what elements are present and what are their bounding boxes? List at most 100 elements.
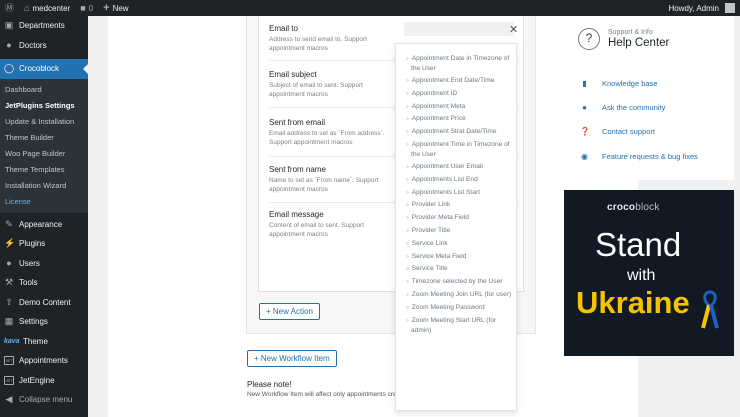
macro-option[interactable]: » Provider Link — [406, 200, 512, 210]
double-chevron-icon: » — [406, 317, 409, 324]
sidebar-item-doctors[interactable]: ● Doctors — [0, 36, 88, 56]
macro-option[interactable]: » Timezone selected by the User — [406, 277, 512, 287]
wordpress-logo-button[interactable]: Ⓜ — [0, 0, 19, 16]
sidebar-item-label: Appearance — [19, 219, 63, 229]
macro-option[interactable]: » Appointment ID — [406, 89, 512, 99]
banner-line-1: Stand — [595, 226, 682, 263]
ask-community-link[interactable]: ● Ask the community — [580, 103, 665, 112]
collapse-icon: ◀ — [5, 394, 13, 405]
macro-label: Appointment Meta — [411, 102, 466, 110]
macro-option[interactable]: » Service Meta Field — [406, 252, 512, 262]
macro-option[interactable]: » Appointments List End — [406, 175, 512, 185]
sidebar-item-demo-content[interactable]: ⇧ Demo Content — [0, 293, 88, 313]
comments-link[interactable]: ■ 0 — [75, 0, 98, 16]
brush-icon: ✎ — [5, 218, 13, 229]
macro-option[interactable]: » Zoom Meeting Join URL (for user) — [406, 290, 512, 300]
submenu-dashboard[interactable]: Dashboard — [0, 82, 88, 98]
macro-option[interactable]: » Service Title — [406, 264, 512, 274]
macro-label: Appointments List End — [411, 175, 478, 183]
sidebar-item-label: Theme — [23, 336, 48, 346]
macro-option[interactable]: » Appointments List Start — [406, 188, 512, 198]
macro-label: Service Title — [411, 265, 448, 273]
sidebar-item-jetengine[interactable]: JET JetEngine — [0, 371, 88, 391]
macro-label: Appointments List Start — [411, 188, 480, 196]
help-link-label: Knowledge base — [602, 79, 658, 88]
double-chevron-icon: » — [406, 202, 409, 209]
help-link-label: Contact support — [602, 127, 655, 136]
new-workflow-item-button[interactable]: + New Workflow Item — [247, 350, 337, 367]
sidebar-item-theme[interactable]: kava Theme — [0, 332, 88, 352]
double-chevron-icon: » — [406, 279, 409, 286]
sidebar-item-settings[interactable]: ▦ Settings — [0, 312, 88, 332]
collapse-menu-button[interactable]: ◀ Collapse menu — [0, 390, 88, 410]
crocoblock-submenu: Dashboard JetPlugins Settings Update & I… — [0, 78, 88, 213]
avatar — [725, 3, 735, 13]
sidebar-item-users[interactable]: ● Users — [0, 254, 88, 274]
macro-option[interactable]: » Appointment Strat Date/Time — [406, 127, 512, 137]
sidebar-item-label: Collapse menu — [19, 395, 73, 405]
plug-icon: ⚡ — [4, 238, 16, 249]
new-content-link[interactable]: + New — [98, 0, 133, 16]
submenu-update-installation[interactable]: Update & Installation — [0, 114, 88, 130]
knowledge-base-link[interactable]: ▮ Knowledge base — [580, 79, 657, 88]
sidebar-item-appointments[interactable]: JET Appointments — [0, 351, 88, 371]
facebook-icon: ● — [582, 103, 587, 112]
submenu-jetplugins-settings[interactable]: JetPlugins Settings — [0, 98, 88, 114]
macro-label: Service Link — [411, 239, 448, 247]
sidebar-item-departments[interactable]: ▣ Departments — [0, 16, 88, 36]
sidebar-item-label: Plugins — [19, 239, 46, 249]
macro-option[interactable]: » Provider Title — [406, 226, 512, 236]
sidebar-item-tools[interactable]: ⚒ Tools — [0, 273, 88, 293]
macro-option[interactable]: » Zoom Meeting Password — [406, 303, 512, 313]
macro-label: Provider Link — [411, 201, 451, 209]
close-icon[interactable]: ✕ — [509, 23, 518, 36]
brand-part-2: block — [635, 202, 660, 213]
sidebar-item-appearance[interactable]: ✎ Appearance — [0, 215, 88, 235]
sidebar-item-crocoblock[interactable]: ◯ Crocoblock — [0, 59, 88, 79]
macro-option[interactable]: » Provider Meta Field — [406, 213, 512, 223]
double-chevron-icon: » — [406, 291, 409, 298]
account-menu[interactable]: Howdy, Admin — [663, 0, 740, 16]
site-name-link[interactable]: ⌂ medcenter — [19, 0, 75, 16]
macro-option[interactable]: » Appointment Date in Timezone of the Use… — [406, 54, 512, 73]
macro-label: Zoom Meeting Start URL (for admin) — [411, 316, 497, 334]
howdy-text: Howdy, Admin — [668, 3, 719, 13]
new-label: New — [112, 3, 129, 13]
macro-label: Zoom Meeting Password — [411, 303, 485, 311]
macro-label: Appointment Strat Date/Time — [411, 128, 497, 136]
macro-option[interactable]: » Appointment End Date/Time — [406, 76, 512, 86]
contact-support-link[interactable]: ❓ Contact support — [580, 127, 655, 136]
macro-label: Zoom Meeting Join URL (for user) — [411, 290, 512, 298]
macro-option[interactable]: » Appointment Price — [406, 114, 512, 124]
macro-option[interactable]: » Zoom Meeting Start URL (for admin) — [406, 316, 512, 335]
submenu-theme-builder[interactable]: Theme Builder — [0, 130, 88, 146]
macro-option[interactable]: » Service Link — [406, 239, 512, 249]
new-action-button[interactable]: + New Action — [259, 303, 320, 320]
sidebar-item-label: Crocoblock — [19, 64, 60, 74]
email-to-input[interactable] — [404, 22, 514, 36]
submenu-installation-wizard[interactable]: Installation Wizard — [0, 178, 88, 194]
crocoblock-logo: crocoblock — [607, 202, 660, 213]
sidebar-item-label: Users — [19, 258, 40, 268]
upload-icon: ⇧ — [5, 296, 13, 307]
question-icon: ❓ — [580, 127, 590, 136]
sidebar-item-label: Demo Content — [19, 297, 71, 307]
macro-label: Appointment User Email — [411, 162, 483, 170]
macro-option[interactable]: » Appointment Time in Timezone of the Use… — [406, 140, 512, 159]
workflow-note: Please note! New Workflow Item will affe… — [247, 380, 407, 398]
macro-option[interactable]: » Appointment Meta — [406, 102, 512, 112]
crocoblock-icon: ◯ — [4, 63, 15, 74]
macro-label: Provider Title — [411, 226, 451, 234]
help-center-header: ? Support & Info Help Center — [578, 28, 669, 50]
submenu-woo-page-builder[interactable]: Woo Page Builder — [0, 146, 88, 162]
feature-requests-link[interactable]: ◉ Feature requests & bug fixes — [580, 152, 698, 161]
submenu-license[interactable]: License — [0, 194, 88, 210]
field-description: Subject of email to sent. Support appoin… — [269, 82, 363, 98]
help-link-label: Ask the community — [602, 103, 666, 112]
submenu-theme-templates[interactable]: Theme Templates — [0, 162, 88, 178]
sidebar-item-plugins[interactable]: ⚡ Plugins — [0, 234, 88, 254]
macro-option[interactable]: » Appointment User Email — [406, 162, 512, 172]
stand-with-ukraine-banner[interactable]: crocoblock Stand with Ukraine — [564, 190, 734, 356]
double-chevron-icon: » — [406, 266, 409, 273]
double-chevron-icon: » — [406, 253, 409, 260]
